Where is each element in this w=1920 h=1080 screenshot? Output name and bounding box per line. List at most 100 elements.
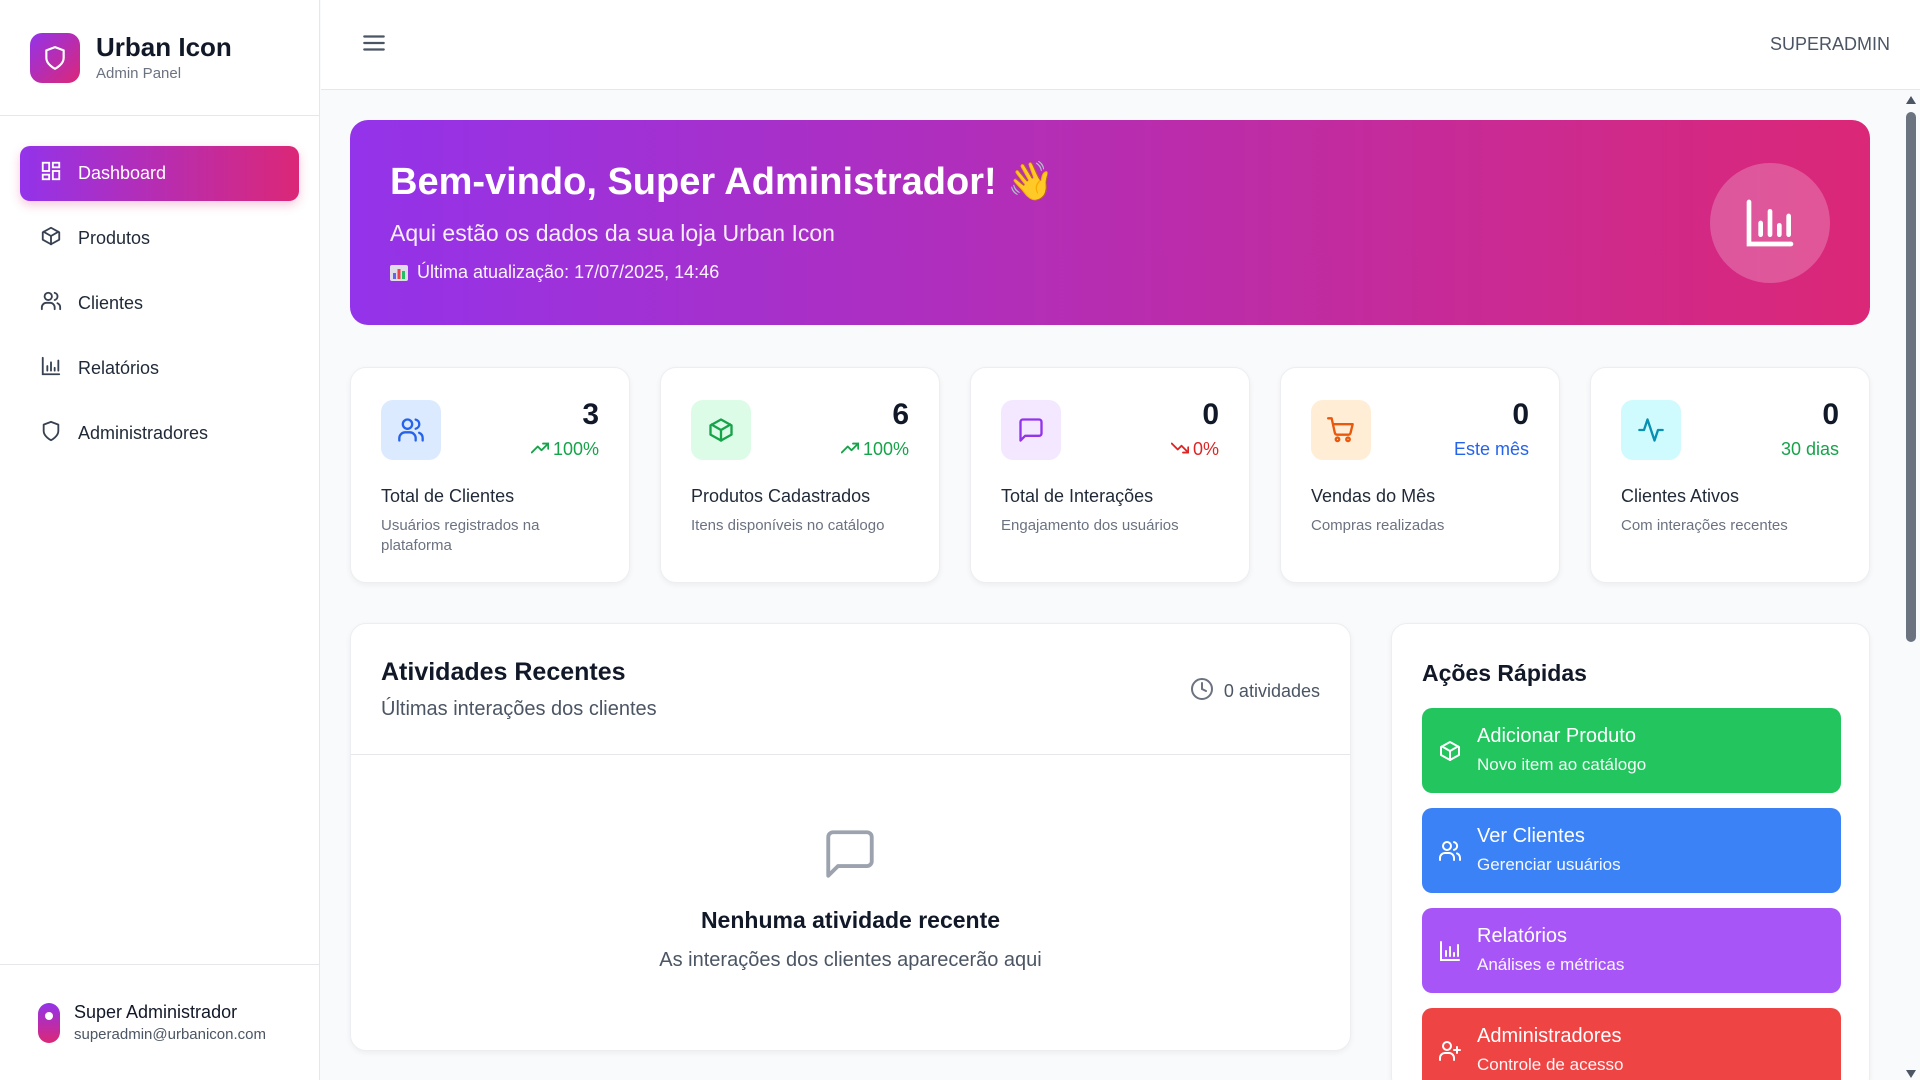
activities-empty-state: Nenhuma atividade recente As interações … <box>351 755 1350 1052</box>
stat-value: 0 <box>1512 398 1529 431</box>
stat-trend-text: Este mês <box>1453 439 1529 459</box>
quick-action-title: Administradores <box>1477 1025 1622 1047</box>
stat-card-clientes-ativos[interactable]: 0 30 dias Clientes Ativos Com interações… <box>1590 367 1870 583</box>
sidebar-item-label: Produtos <box>78 228 151 248</box>
shield-icon <box>40 420 78 447</box>
stat-trend: Este mês <box>1454 439 1529 460</box>
sidebar-item-clientes[interactable]: Clientes <box>20 276 299 331</box>
hamburger-menu-icon[interactable] <box>361 30 389 58</box>
stat-desc: Usuários registrados na plataforma <box>381 517 540 555</box>
bar-chart-icon <box>1710 163 1830 283</box>
sidebar-item-produtos[interactable]: Produtos <box>20 211 299 266</box>
sidebar-item-dashboard[interactable]: Dashboard <box>20 146 299 201</box>
stat-trend-text: 30 dias <box>1780 439 1839 459</box>
last-updated: Última atualização: 17/07/2025, 14:46 <box>390 262 719 283</box>
dashboard-icon <box>40 160 78 187</box>
quick-actions-title: Ações Rápidas <box>1422 660 1587 686</box>
sidebar-item-relatorios[interactable]: Relatórios <box>20 341 299 396</box>
stat-trend: 30 dias <box>1781 439 1839 460</box>
avatar <box>38 1002 60 1043</box>
stat-value: 3 <box>582 398 599 431</box>
trending-up-icon <box>840 439 863 460</box>
last-updated-text: Última atualização: 17/07/2025, 14:46 <box>417 262 720 282</box>
stat-card-produtos[interactable]: 6 100% Produtos Cadastrados Itens dispon… <box>660 367 940 583</box>
add-product-button[interactable]: Adicionar Produto Novo item ao catálogo <box>1422 708 1841 793</box>
stat-trend: 100% <box>530 439 599 460</box>
users-icon <box>40 290 78 317</box>
quick-action-subtitle: Análises e métricas <box>1477 955 1625 974</box>
cart-icon <box>1311 400 1371 460</box>
quick-action-title: Relatórios <box>1477 925 1568 947</box>
activity-icon <box>1621 400 1681 460</box>
quick-action-subtitle: Novo item ao catálogo <box>1477 755 1647 774</box>
stats-cards: 3 100% Total de Clientes Usuários regist… <box>350 367 1870 583</box>
sidebar-nav: Dashboard Produtos Clientes Relatórios A… <box>0 116 319 501</box>
quick-action-subtitle: Controle de acesso <box>1477 1055 1624 1074</box>
sidebar-item-administradores[interactable]: Administradores <box>20 406 299 461</box>
sidebar-item-label: Dashboard <box>78 163 167 183</box>
stat-trend-text: 100% <box>862 439 909 459</box>
sidebar-item-label: Clientes <box>78 293 144 313</box>
empty-title: Nenhuma atividade recente <box>700 907 1001 933</box>
shield-icon <box>30 32 80 83</box>
user-role[interactable]: SUPERADMIN <box>1770 34 1890 55</box>
topbar: SUPERADMIN <box>321 0 1920 90</box>
stat-trend-text: 0% <box>1192 439 1219 459</box>
view-clients-button[interactable]: Ver Clientes Gerenciar usuários <box>1422 808 1841 893</box>
chart-emoji-icon <box>390 264 408 281</box>
administrators-button[interactable]: Administradores Controle de acesso <box>1422 1008 1841 1080</box>
message-icon <box>821 825 879 888</box>
stat-label: Total de Interações <box>1001 486 1154 506</box>
activities-subtitle: Últimas interações dos clientes <box>381 698 657 720</box>
scroll-down-arrow-icon[interactable] <box>1906 1070 1916 1078</box>
activities-title: Atividades Recentes <box>381 658 626 686</box>
activities-count-text: 0 atividades <box>1223 681 1320 701</box>
quick-action-subtitle: Gerenciar usuários <box>1477 855 1621 874</box>
brand-subtitle: Admin Panel <box>96 65 182 83</box>
welcome-banner: Bem-vindo, Super Administrador! 👋 Aqui e… <box>350 120 1870 325</box>
box-icon <box>40 225 78 252</box>
box-icon <box>691 400 751 460</box>
scrollbar-thumb[interactable] <box>1906 112 1916 642</box>
welcome-subtitle: Aqui estão os dados da sua loja Urban Ic… <box>390 220 835 246</box>
recent-activities-panel: Atividades Recentes Últimas interações d… <box>350 623 1351 1051</box>
stat-card-total-clientes[interactable]: 3 100% Total de Clientes Usuários regist… <box>350 367 630 583</box>
brand-title: Urban Icon <box>96 31 232 62</box>
page-scrollbar[interactable] <box>1902 90 1920 1080</box>
main-content: Bem-vindo, Super Administrador! 👋 Aqui e… <box>321 91 1901 1080</box>
users-icon <box>381 400 441 460</box>
stat-card-vendas[interactable]: 0 Este mês Vendas do Mês Compras realiza… <box>1280 367 1560 583</box>
stat-label: Total de Clientes <box>381 486 515 506</box>
reports-button[interactable]: Relatórios Análises e métricas <box>1422 908 1841 993</box>
bar-chart-icon <box>40 355 78 382</box>
sidebar-item-label: Administradores <box>78 423 209 443</box>
welcome-title: Bem-vindo, Super Administrador! 👋 <box>390 161 1055 203</box>
stat-label: Vendas do Mês <box>1311 486 1436 506</box>
stat-trend-text: 100% <box>552 439 599 459</box>
stat-trend: 100% <box>840 439 909 460</box>
trending-up-icon <box>530 439 553 460</box>
scroll-up-arrow-icon[interactable] <box>1906 96 1916 104</box>
stat-desc: Itens disponíveis no catálogo <box>691 517 885 534</box>
quick-actions-panel: Ações Rápidas Adicionar Produto Novo ite… <box>1391 623 1870 1080</box>
message-icon <box>1001 400 1061 460</box>
stat-trend: 0% <box>1170 439 1219 460</box>
stat-label: Clientes Ativos <box>1621 486 1740 506</box>
stat-desc: Com interações recentes <box>1621 517 1788 534</box>
activities-count: 0 atividades <box>1190 677 1320 706</box>
trending-down-icon <box>1170 439 1193 460</box>
stat-desc: Engajamento dos usuários <box>1001 517 1179 534</box>
empty-text: As interações dos clientes aparecerão aq… <box>659 949 1042 971</box>
sidebar: Urban Icon Admin Panel Dashboard Produto… <box>0 0 320 1080</box>
user-profile[interactable]: Super Administrador superadmin@urbanicon… <box>0 964 319 1080</box>
stat-card-interacoes[interactable]: 0 0% Total de Interações Engajamento dos… <box>970 367 1250 583</box>
quick-action-title: Ver Clientes <box>1477 825 1585 847</box>
sidebar-item-label: Relatórios <box>78 358 160 378</box>
stat-label: Produtos Cadastrados <box>691 486 871 506</box>
stat-value: 0 <box>1822 398 1839 431</box>
stat-desc: Compras realizadas <box>1311 517 1445 534</box>
user-name: Super Administrador <box>74 1002 238 1022</box>
clock-icon <box>1190 677 1224 706</box>
quick-action-title: Adicionar Produto <box>1477 725 1636 747</box>
user-email: superadmin@urbanicon.com <box>74 1026 266 1043</box>
